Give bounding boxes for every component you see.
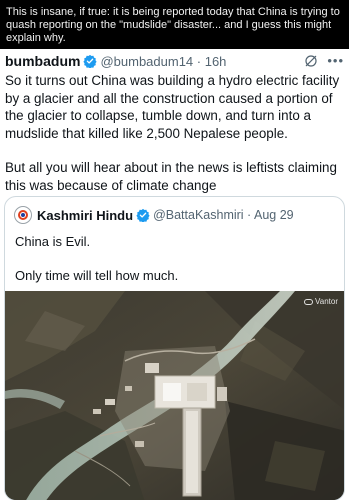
quoted-handle-text: @BattaKashmiri: [153, 208, 244, 222]
quoted-line-2: Only time will tell how much.: [15, 268, 179, 283]
author-handle-text: @bumbadum14: [100, 53, 194, 69]
tweet-paragraph-2: But all you will hear about in the news …: [5, 160, 337, 193]
image-watermark: Vantor: [304, 297, 338, 306]
quoted-author-name: Kashmiri Hindu: [37, 207, 134, 223]
quoted-tweet-body: China is Evil. Only time will tell how m…: [15, 233, 335, 284]
tweet-header: bumbadum @bumbadum14 · 16h •••: [5, 51, 344, 71]
grok-icon[interactable]: [303, 53, 319, 69]
tweet[interactable]: bumbadum @bumbadum14 · 16h ••• So it tur…: [0, 49, 349, 500]
satellite-image-graphic: [5, 291, 344, 500]
watermark-text: Vantor: [315, 297, 338, 306]
satellite-image[interactable]: Vantor: [5, 291, 344, 500]
quoted-date: Aug 29: [254, 208, 294, 222]
author-name[interactable]: bumbadum: [5, 53, 80, 69]
watermark-logo-icon: [304, 298, 314, 305]
tweet-paragraph-1: So it turns out China was building a hyd…: [5, 73, 340, 141]
banner-text: This is insane, if true: it is being rep…: [6, 6, 340, 44]
quoted-line-1: China is Evil.: [15, 234, 91, 249]
tweet-time: 16h: [204, 53, 227, 69]
quoted-tweet-header: Kashmiri Hindu @BattaKashmiri · Aug 29: [14, 206, 335, 224]
more-icon[interactable]: •••: [327, 54, 344, 67]
quoted-author-handle: @BattaKashmiri · Aug 29: [153, 208, 294, 222]
verified-badge-icon: [136, 208, 150, 222]
verified-badge-icon: [83, 54, 98, 68]
author-handle[interactable]: @bumbadum14 · 16h: [100, 54, 226, 69]
context-banner: This is insane, if true: it is being rep…: [0, 0, 349, 49]
avatar: [14, 206, 32, 224]
quoted-tweet[interactable]: Kashmiri Hindu @BattaKashmiri · Aug 29 C…: [4, 196, 345, 500]
tweet-body: So it turns out China was building a hyd…: [5, 72, 345, 194]
